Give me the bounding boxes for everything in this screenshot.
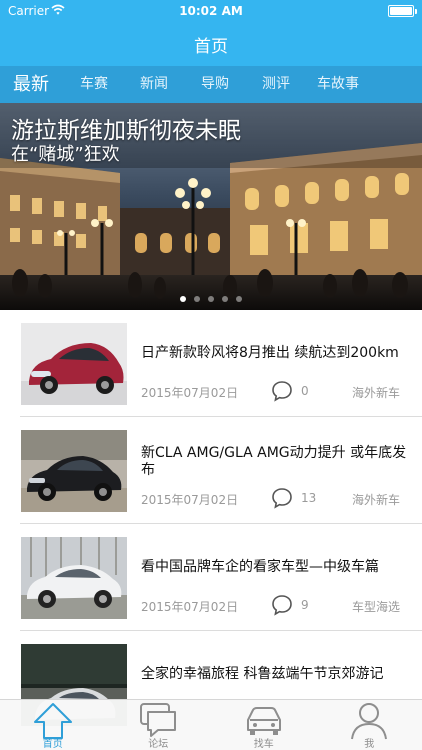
tab-label: 我: [364, 739, 375, 750]
news-date: 2015年07月02日: [141, 600, 239, 614]
page-dot[interactable]: [180, 296, 186, 302]
status-time: 10:02 AM: [179, 4, 243, 18]
tab-home[interactable]: 首页: [0, 700, 106, 750]
comment-icon: [272, 595, 292, 616]
car-icon: [246, 707, 281, 735]
news-item[interactable]: 看中国品牌车企的看家车型—中级车篇 2015年07月02日 9 车型海选: [0, 524, 422, 631]
tab-car-stories[interactable]: 车故事: [317, 66, 359, 103]
news-thumbnail: [21, 430, 127, 512]
comment-count: 0: [301, 384, 309, 398]
tab-label: 首页: [42, 739, 63, 750]
comment-icon: [272, 488, 292, 509]
news-item[interactable]: 新CLA AMG/GLA AMG动力提升 或年底发布 2015年07月02日 1…: [0, 417, 422, 524]
page-dot[interactable]: [236, 296, 242, 302]
comment-icon: [272, 381, 292, 402]
page-dot[interactable]: [222, 296, 228, 302]
news-category-tag[interactable]: 海外新车: [352, 491, 400, 508]
news-item[interactable]: 日产新款聆风将8月推出 续航达到200km 2015年07月02日 0 海外新车: [0, 310, 422, 417]
tab-news[interactable]: 新闻: [140, 66, 168, 103]
page-title: 首页: [194, 37, 228, 57]
featured-banner[interactable]: 游拉斯维加斯彻夜未眠 在“赌城”狂欢: [0, 103, 422, 310]
tab-reviews[interactable]: 测评: [262, 66, 290, 103]
tab-latest[interactable]: 最新: [13, 66, 49, 103]
news-thumbnail: [21, 537, 127, 619]
news-date: 2015年07月02日: [141, 493, 239, 507]
news-title: 日产新款聆风将8月推出 续航达到200km: [141, 345, 399, 361]
banner-subtitle: 在“赌城”狂欢: [11, 144, 120, 165]
tab-label: 论坛: [148, 739, 169, 750]
news-date: 2015年07月02日: [141, 386, 239, 400]
news-title: 新CLA AMG/GLA AMG动力提升 或年底发布: [141, 445, 407, 478]
bottom-tab-bar: 首页 论坛 找车 我: [0, 699, 422, 750]
tab-label: 找车: [253, 739, 274, 750]
tab-racing[interactable]: 车赛: [80, 66, 108, 103]
tab-find-car[interactable]: 找车: [211, 700, 317, 750]
page-dot[interactable]: [208, 296, 214, 302]
news-category-tag[interactable]: 海外新车: [352, 384, 400, 401]
battery-icon: [388, 5, 417, 17]
tab-forum[interactable]: 论坛: [106, 700, 212, 750]
comment-count: 9: [301, 598, 309, 612]
comment-count: 13: [301, 491, 317, 505]
tab-buying-guide[interactable]: 导购: [201, 66, 229, 103]
news-thumbnail: [21, 323, 127, 405]
forum-icon: [140, 703, 177, 737]
news-category-tag[interactable]: 车型海选: [352, 598, 400, 615]
tab-profile[interactable]: 我: [317, 700, 422, 750]
page-indicator[interactable]: [0, 296, 422, 302]
page-dot[interactable]: [194, 296, 200, 302]
status-bar: Carrier 10:02 AM: [0, 0, 422, 22]
news-title: 看中国品牌车企的看家车型—中级车篇: [141, 559, 379, 575]
navigation-header: Carrier 10:02 AM 首页: [0, 0, 422, 66]
news-title: 全家的幸福旅程 科鲁兹端午节京郊游记: [141, 666, 384, 682]
category-tab-bar: 最新 车赛 新闻 导购 测评 车故事: [0, 66, 422, 103]
